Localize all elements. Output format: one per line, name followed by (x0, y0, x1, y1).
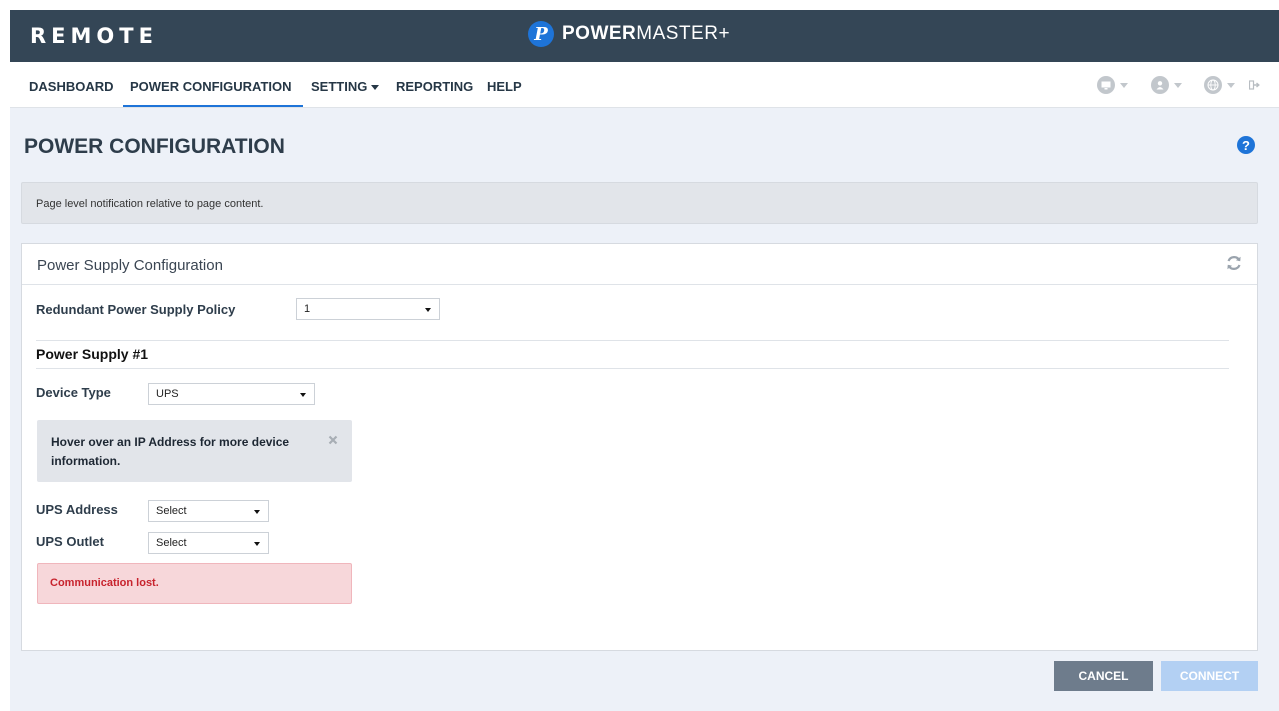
ups-address-value: Select (156, 505, 187, 517)
chevron-down-icon (1227, 82, 1235, 88)
product-name-light: MASTER+ (636, 23, 731, 44)
connect-button[interactable]: CONNECT (1161, 661, 1258, 691)
main-content: POWER CONFIGURATION ? Page level notific… (10, 108, 1279, 711)
ups-outlet-value: Select (156, 537, 187, 549)
info-message-text: Hover over an IP Address for more device… (51, 435, 290, 468)
nav-dashboard[interactable]: DASHBOARD (29, 79, 114, 94)
page-title: POWER CONFIGURATION (24, 135, 285, 158)
divider (36, 368, 1229, 369)
page-notification: Page level notification relative to page… (21, 182, 1258, 224)
panel-title: Power Supply Configuration (37, 257, 223, 274)
product-name-bold: POWER (562, 23, 637, 44)
chevron-down-icon (371, 85, 380, 91)
cancel-button[interactable]: CANCEL (1054, 661, 1153, 691)
chevron-down-icon (425, 308, 431, 312)
nav-setting-label: SETTING (311, 79, 368, 94)
device-type-label: Device Type (36, 385, 111, 400)
logout-icon (1249, 80, 1260, 90)
chevron-down-icon (254, 510, 260, 514)
user-menu[interactable] (1151, 76, 1182, 94)
main-nav: DASHBOARD POWER CONFIGURATION SETTING RE… (10, 62, 1279, 108)
product-logo: P POWERMASTER+ (528, 21, 730, 47)
section-title: Power Supply #1 (36, 346, 149, 362)
close-icon[interactable] (328, 431, 338, 450)
ups-outlet-label: UPS Outlet (36, 534, 104, 549)
power-supply-panel: Power Supply Configuration Redundant Pow… (21, 243, 1258, 651)
nav-reporting[interactable]: REPORTING (396, 79, 473, 94)
device-type-select[interactable]: UPS (148, 383, 315, 405)
chevron-down-icon (1120, 82, 1128, 88)
chevron-down-icon (300, 393, 306, 397)
ups-address-select[interactable]: Select (148, 500, 269, 522)
product-name: POWERMASTER+ (562, 23, 730, 45)
remote-brand: REMOTE (30, 24, 158, 48)
error-message: Communication lost. (37, 563, 352, 604)
logout-button[interactable] (1249, 76, 1260, 94)
language-menu[interactable] (1204, 76, 1235, 94)
info-message: Hover over an IP Address for more device… (37, 420, 352, 482)
policy-select[interactable]: 1 (296, 298, 440, 320)
powermaster-logo-icon: P (528, 21, 554, 47)
device-type-value: UPS (156, 388, 179, 400)
nav-power-configuration[interactable]: POWER CONFIGURATION (130, 79, 292, 94)
chevron-down-icon (1174, 82, 1182, 88)
globe-icon (1204, 76, 1222, 94)
policy-select-value: 1 (304, 303, 311, 315)
policy-label: Redundant Power Supply Policy (36, 302, 236, 317)
ups-address-label: UPS Address (36, 502, 118, 517)
help-icon[interactable]: ? (1237, 136, 1255, 154)
panel-header: Power Supply Configuration (22, 244, 1257, 285)
user-icon (1151, 76, 1169, 94)
monitor-menu[interactable] (1097, 76, 1128, 94)
nav-active-indicator (123, 105, 303, 107)
chevron-down-icon (254, 542, 260, 546)
monitor-icon (1097, 76, 1115, 94)
refresh-icon[interactable] (1225, 254, 1243, 278)
nav-setting[interactable]: SETTING (311, 79, 380, 94)
divider (36, 340, 1229, 341)
nav-help[interactable]: HELP (487, 79, 522, 94)
top-header: REMOTE P POWERMASTER+ (10, 10, 1279, 62)
ups-outlet-select[interactable]: Select (148, 532, 269, 554)
